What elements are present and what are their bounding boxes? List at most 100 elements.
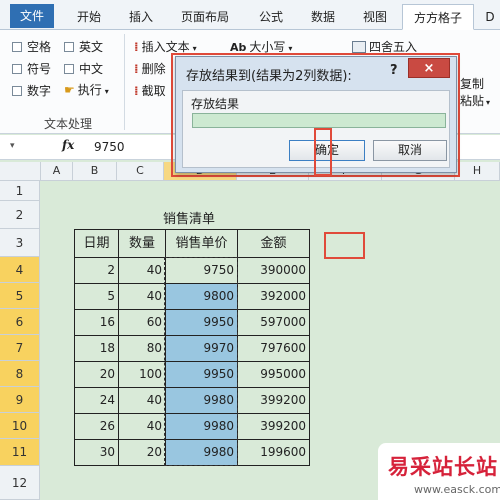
- cell-quantity[interactable]: 40: [119, 258, 166, 284]
- dialog-panel: 存放结果 确定 取消: [182, 90, 450, 168]
- tab-fangfang[interactable]: 方方格子: [402, 4, 474, 30]
- watermark: 易采站长站 www.easck.com: [378, 443, 500, 500]
- fx-icon[interactable]: fx: [62, 138, 74, 152]
- cell-unit-price-selected[interactable]: 9950: [166, 362, 238, 388]
- cell-amount[interactable]: 995000: [238, 362, 310, 388]
- round-button[interactable]: 四舍五入: [352, 38, 417, 55]
- cell-unit-price-selected[interactable]: 9800: [166, 284, 238, 310]
- cancel-button[interactable]: 取消: [373, 140, 447, 161]
- cell-date[interactable]: 5: [75, 284, 119, 310]
- cell-quantity[interactable]: 80: [119, 336, 166, 362]
- row-header-selected[interactable]: 10: [0, 413, 40, 439]
- cell-unit-price-active[interactable]: 9750: [166, 258, 238, 284]
- checkbox-box[interactable]: [12, 42, 22, 52]
- column-header[interactable]: A: [41, 162, 73, 181]
- paste-label: 粘贴: [460, 94, 485, 108]
- checkbox-english[interactable]: 英文: [64, 38, 103, 55]
- cell-quantity[interactable]: 100: [119, 362, 166, 388]
- row-header-selected[interactable]: 4: [0, 257, 40, 283]
- checkbox-label: 空格: [27, 40, 52, 54]
- cell-date[interactable]: 16: [75, 310, 119, 336]
- chevron-down-icon[interactable]: ▾: [10, 141, 15, 151]
- tab-home[interactable]: 开始: [66, 4, 112, 30]
- watermark-url: www.easck.com: [414, 483, 500, 496]
- checkbox-box[interactable]: [12, 64, 22, 74]
- checkbox-box[interactable]: [64, 64, 74, 74]
- chevron-down-icon: ▾: [192, 44, 197, 53]
- intercept-button[interactable]: ⁞ 截取: [134, 82, 166, 99]
- delete-button[interactable]: ⁞ 删除: [134, 60, 166, 77]
- cell-date[interactable]: 20: [75, 362, 119, 388]
- checkbox-number[interactable]: 数字: [12, 82, 51, 99]
- row-header-selected[interactable]: 7: [0, 335, 40, 361]
- header-amount[interactable]: 金额: [238, 230, 310, 258]
- header-unit-price[interactable]: 销售单价: [166, 230, 238, 258]
- case-button[interactable]: Ab 大小写 ▾: [230, 38, 292, 55]
- column-header[interactable]: H: [455, 162, 500, 181]
- close-button[interactable]: ×: [408, 58, 450, 78]
- checkbox-box[interactable]: [12, 86, 22, 96]
- row-header-selected[interactable]: 8: [0, 361, 40, 387]
- cell-quantity[interactable]: 40: [119, 388, 166, 414]
- cell-date[interactable]: 18: [75, 336, 119, 362]
- cell-amount[interactable]: 392000: [238, 284, 310, 310]
- cell-unit-price-selected[interactable]: 9970: [166, 336, 238, 362]
- sales-table: 日期 数量 销售单价 金额 2 40 9750 390000 5 40 9800…: [74, 229, 310, 466]
- divider: [124, 34, 125, 130]
- cell-unit-price-selected[interactable]: 9980: [166, 440, 238, 466]
- cell-date[interactable]: 24: [75, 388, 119, 414]
- cell-quantity[interactable]: 60: [119, 310, 166, 336]
- tab-formulas[interactable]: 公式: [248, 4, 294, 30]
- row-header-selected[interactable]: 5: [0, 283, 40, 309]
- ok-button[interactable]: 确定: [289, 140, 365, 161]
- cell-amount[interactable]: 797600: [238, 336, 310, 362]
- tab-data[interactable]: 数据: [300, 4, 346, 30]
- cell-date[interactable]: 30: [75, 440, 119, 466]
- cell-amount[interactable]: 399200: [238, 388, 310, 414]
- checkbox-chinese[interactable]: 中文: [64, 60, 103, 77]
- cell-unit-price-selected[interactable]: 9950: [166, 310, 238, 336]
- row-header-selected[interactable]: 6: [0, 309, 40, 335]
- cell-date[interactable]: 2: [75, 258, 119, 284]
- cell-date[interactable]: 26: [75, 414, 119, 440]
- row-header[interactable]: 2: [0, 201, 40, 229]
- round-label: 四舍五入: [369, 40, 418, 54]
- tab-view[interactable]: 视图: [352, 4, 398, 30]
- tab-insert[interactable]: 插入: [118, 4, 164, 30]
- hand-icon: ☛: [64, 83, 75, 97]
- column-header[interactable]: B: [73, 162, 117, 181]
- grid-icon: [352, 41, 366, 53]
- paste-button[interactable]: 粘贴 ▾: [460, 92, 490, 109]
- tab-page-layout[interactable]: 页面布局: [170, 4, 240, 30]
- header-quantity[interactable]: 数量: [119, 230, 166, 258]
- row-header[interactable]: 12: [0, 466, 40, 500]
- execute-button[interactable]: ☛ 执行 ▾: [64, 81, 109, 98]
- header-date[interactable]: 日期: [75, 230, 119, 258]
- result-range-input[interactable]: [192, 113, 446, 128]
- cell-amount[interactable]: 390000: [238, 258, 310, 284]
- cell-unit-price-selected[interactable]: 9980: [166, 388, 238, 414]
- copy-label: 复制: [460, 77, 485, 91]
- row-header-selected[interactable]: 11: [0, 439, 40, 466]
- cell-quantity[interactable]: 40: [119, 284, 166, 310]
- checkbox-symbol[interactable]: 符号: [12, 60, 51, 77]
- row-header-selected[interactable]: 9: [0, 387, 40, 413]
- tab-more[interactable]: D: [480, 4, 500, 30]
- select-all-corner[interactable]: [0, 162, 41, 181]
- cell-quantity[interactable]: 20: [119, 440, 166, 466]
- cell-quantity[interactable]: 40: [119, 414, 166, 440]
- formula-input[interactable]: 9750: [94, 140, 125, 154]
- tab-file[interactable]: 文件: [10, 4, 54, 28]
- help-icon[interactable]: ?: [390, 63, 398, 78]
- row-header[interactable]: 3: [0, 229, 40, 257]
- insert-text-button[interactable]: ⁞ 插入文本 ▾: [134, 38, 197, 55]
- checkbox-space[interactable]: 空格: [12, 38, 51, 55]
- copy-button[interactable]: 复制: [460, 75, 484, 92]
- cell-amount[interactable]: 199600: [238, 440, 310, 466]
- cell-amount[interactable]: 597000: [238, 310, 310, 336]
- cell-amount[interactable]: 399200: [238, 414, 310, 440]
- cell-unit-price-selected[interactable]: 9980: [166, 414, 238, 440]
- checkbox-box[interactable]: [64, 42, 74, 52]
- row-header[interactable]: 1: [0, 181, 40, 201]
- column-header[interactable]: C: [117, 162, 164, 181]
